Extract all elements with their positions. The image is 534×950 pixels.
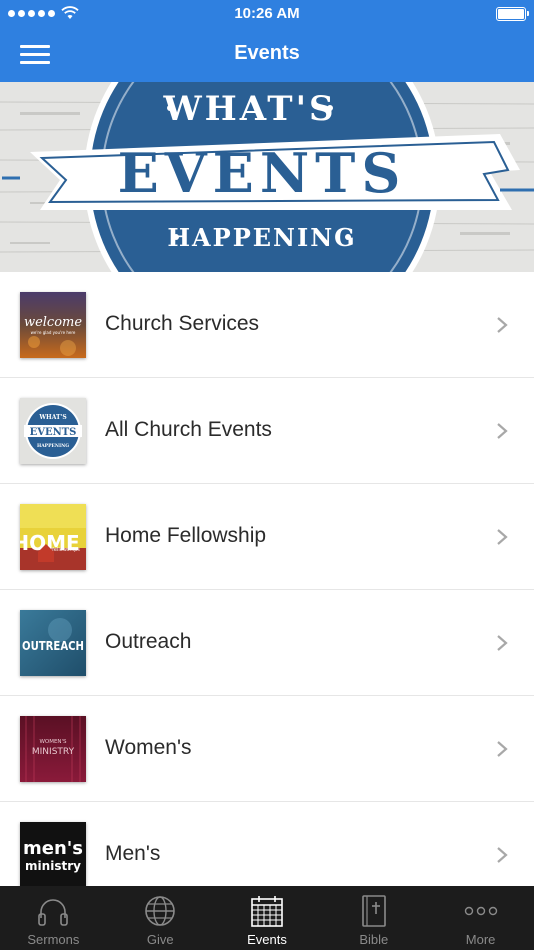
chevron-right-icon bbox=[497, 847, 508, 863]
svg-text:men's: men's bbox=[23, 838, 83, 859]
mens-ministry-thumbnail: men's ministry bbox=[20, 822, 86, 888]
svg-text:WOMEN'S: WOMEN'S bbox=[39, 739, 67, 745]
chevron-right-icon bbox=[497, 317, 508, 333]
list-item-label: Home Fellowship bbox=[105, 524, 267, 547]
page-title: Events bbox=[234, 42, 300, 64]
list-item-label: Outreach bbox=[105, 630, 192, 653]
list-item-womens[interactable]: WOMEN'S MINISTRY Women's bbox=[0, 696, 534, 802]
svg-text:OUTREACH: OUTREACH bbox=[22, 639, 84, 653]
globe-icon bbox=[145, 896, 175, 926]
events-category-list: welcome we're glad you're here Church Se… bbox=[0, 272, 534, 908]
womens-ministry-thumbnail: WOMEN'S MINISTRY bbox=[20, 716, 86, 782]
svg-text:EVENTS: EVENTS bbox=[30, 427, 77, 438]
tab-sermons[interactable]: Sermons bbox=[0, 886, 107, 950]
list-item-all-church-events[interactable]: WHAT'S EVENTS HAPPENING All Church Event… bbox=[0, 378, 534, 484]
home-fellowship-thumbnail: HOME fellowships bbox=[20, 504, 86, 570]
tab-bar: Sermons Give Events Bible More bbox=[0, 886, 534, 950]
svg-text:we're glad you're here: we're glad you're here bbox=[31, 330, 76, 335]
status-time: 10:26 AM bbox=[234, 5, 300, 22]
tab-label: Bible bbox=[359, 932, 389, 947]
svg-text:MINISTRY: MINISTRY bbox=[32, 747, 75, 757]
status-bar: 10:26 AM bbox=[0, 0, 534, 28]
list-item-label: Men's bbox=[105, 842, 161, 865]
list-item-label: All Church Events bbox=[105, 418, 272, 441]
svg-text:ministry: ministry bbox=[25, 859, 81, 873]
tab-label: Give bbox=[146, 932, 174, 947]
banner-line2: EVENTS bbox=[118, 141, 407, 205]
svg-text:WHAT'S: WHAT'S bbox=[38, 414, 66, 421]
list-item-church-services[interactable]: welcome we're glad you're here Church Se… bbox=[0, 272, 534, 378]
list-item-home-fellowship[interactable]: HOME fellowships Home Fellowship bbox=[0, 484, 534, 590]
welcome-thumbnail: welcome we're glad you're here bbox=[20, 292, 86, 358]
events-thumbnail: WHAT'S EVENTS HAPPENING bbox=[20, 398, 86, 464]
tab-give[interactable]: Give bbox=[107, 886, 214, 950]
tab-more[interactable]: More bbox=[427, 886, 534, 950]
outreach-thumbnail: OUTREACH bbox=[20, 610, 86, 676]
tab-label: Sermons bbox=[27, 932, 80, 947]
tab-label: Events bbox=[247, 932, 287, 947]
list-item-label: Women's bbox=[105, 736, 192, 759]
events-banner: WHAT'S EVENTS HAPPENING bbox=[0, 82, 534, 272]
chevron-right-icon bbox=[497, 741, 508, 757]
banner-line3: HAPPENING bbox=[167, 223, 356, 252]
bible-icon bbox=[361, 895, 386, 927]
more-icon bbox=[464, 906, 497, 916]
list-item-outreach[interactable]: OUTREACH Outreach bbox=[0, 590, 534, 696]
battery-icon bbox=[496, 7, 529, 21]
headphones-icon bbox=[38, 899, 69, 926]
svg-text:HAPPENING: HAPPENING bbox=[37, 443, 69, 449]
chevron-right-icon bbox=[497, 529, 508, 545]
chevron-right-icon bbox=[497, 635, 508, 651]
banner-line1: WHAT'S bbox=[162, 89, 336, 129]
tab-label: More bbox=[465, 932, 496, 947]
list-item-label: Church Services bbox=[105, 312, 260, 335]
chevron-right-icon bbox=[497, 423, 508, 439]
tab-events[interactable]: Events bbox=[214, 886, 321, 950]
navigation-bar: Events bbox=[0, 28, 534, 82]
tab-bible[interactable]: Bible bbox=[320, 886, 427, 950]
calendar-icon bbox=[251, 896, 283, 927]
svg-text:welcome: welcome bbox=[24, 315, 82, 330]
svg-text:fellowships: fellowships bbox=[52, 547, 80, 553]
